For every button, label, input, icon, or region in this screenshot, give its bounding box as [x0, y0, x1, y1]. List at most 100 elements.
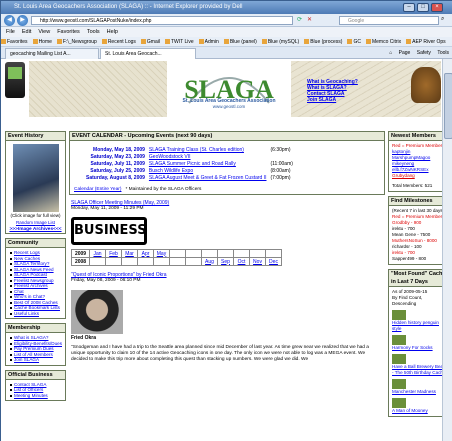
- most-found-cache-link[interactable]: A Man of Mooney: [392, 408, 446, 414]
- refresh-icon[interactable]: ⟳: [297, 16, 302, 23]
- tools-menu[interactable]: Tools: [437, 50, 449, 56]
- minimize-button[interactable]: –: [403, 3, 415, 12]
- favorite-icon: [365, 39, 371, 45]
- most-found-cache-link[interactable]: Manchester Madness: [392, 389, 446, 395]
- favorite-link[interactable]: AEP River Ops: [406, 37, 446, 46]
- favorite-label: AEP River Ops: [412, 39, 446, 45]
- event-calendar: EVENT CALENDAR - Upcoming Events (next 9…: [69, 131, 385, 195]
- archive-month[interactable]: Mar: [121, 249, 138, 258]
- favorite-link[interactable]: Blue (process): [304, 37, 342, 46]
- random-image-link[interactable]: Random Image List: [6, 219, 65, 226]
- most-found-box: "Most Found" Caches in Last 7 Days As of…: [388, 269, 450, 417]
- cache-icon: [392, 335, 406, 345]
- favorite-link[interactable]: Memco Citrix: [365, 37, 401, 46]
- menu-item-file[interactable]: File: [6, 29, 15, 35]
- archive-month[interactable]: Oct: [233, 257, 250, 266]
- favorite-link[interactable]: TWIT Live: [164, 37, 194, 46]
- milestone-entry[interactable]: Sapper499 - 800: [392, 256, 446, 262]
- archive-month[interactable]: Apr: [137, 249, 154, 258]
- event-name[interactable]: SLAGA Summer Picnic and Road Rally: [147, 161, 269, 168]
- safety-menu[interactable]: Safety: [417, 50, 431, 56]
- left-sidebar: Event History (Click image for full view…: [5, 131, 66, 401]
- tab-slaga[interactable]: St. Louis Area Geocach...: [100, 48, 196, 59]
- milestones-title: Find Milestones: [389, 197, 449, 206]
- most-found-cache-link[interactable]: Have a Ball Brewery Bear - The 50th Birt…: [392, 364, 446, 376]
- archive-month[interactable]: Dec: [265, 257, 282, 266]
- archive-month: [121, 257, 138, 266]
- archive-month: [185, 249, 202, 258]
- membership-item[interactable]: Join SLAGA: [6, 357, 65, 363]
- slaga-logo[interactable]: SLAGA St. Louis Area Geocachers Associat…: [169, 63, 289, 111]
- url-input[interactable]: http://www.geostl.com/SLAGAPostNuke/inde…: [31, 16, 293, 25]
- favorites-bar: Favorites Home F:\_Newsgroup Recent Logs Gma…: [1, 37, 452, 47]
- community-item[interactable]: Useful Links: [6, 311, 65, 317]
- archive-month[interactable]: Jan: [89, 249, 106, 258]
- tab-bar: geocaching Mailing List A... St. Louis A…: [1, 47, 452, 59]
- favorite-icon: [140, 39, 146, 45]
- favorite-label: Blue (mySQL): [267, 39, 300, 45]
- archive-month: [153, 257, 170, 266]
- link-join-slaga[interactable]: Join SLAGA: [307, 97, 358, 103]
- event-name[interactable]: SLAGA August Meet & Greet & Fat Frozen C…: [147, 175, 269, 182]
- archive-month[interactable]: May: [153, 249, 170, 258]
- event-photo[interactable]: [12, 144, 59, 212]
- page-menu[interactable]: Page: [399, 50, 411, 56]
- back-arrow-icon[interactable]: ◀: [4, 15, 15, 26]
- search-input[interactable]: Google: [339, 16, 439, 25]
- favorite-label: Favorites: [7, 39, 28, 45]
- event-time: [268, 154, 294, 161]
- archive-month[interactable]: Aug: [201, 257, 218, 266]
- archive-month[interactable]: Feb: [105, 249, 122, 258]
- official-business-box: Official Business Contact SLAGA List of O…: [5, 369, 66, 401]
- membership-title: Membership: [6, 324, 65, 333]
- menu-item-edit[interactable]: Edit: [22, 29, 31, 35]
- member-link[interactable]: Grubydang: [392, 173, 446, 179]
- newest-members-title: Newest Members: [389, 132, 449, 141]
- favorite-link[interactable]: Gmail: [140, 37, 160, 46]
- maximize-button[interactable]: □: [417, 3, 429, 12]
- stop-icon[interactable]: ✕: [307, 16, 312, 23]
- favorite-link[interactable]: Recent Logs: [101, 37, 136, 46]
- archive-month[interactable]: Nov: [249, 257, 266, 266]
- archive-month: [265, 249, 282, 258]
- event-name[interactable]: SLAGA Training Class (St. Charles editio…: [147, 147, 269, 154]
- favorite-link[interactable]: Admin: [198, 37, 219, 46]
- menu-item-help[interactable]: Help: [107, 29, 118, 35]
- favorite-link[interactable]: Favorites: [1, 37, 28, 46]
- vertical-scrollbar[interactable]: [442, 59, 452, 441]
- favorite-link[interactable]: F:\_Newsgroup: [56, 37, 97, 46]
- image-archives-link[interactable]: >>>Image Archives<<<: [6, 226, 65, 233]
- most-found-cache-link[interactable]: Hidden history penguin style: [392, 320, 446, 332]
- calendar-title: EVENT CALENDAR - Upcoming Events (next 9…: [70, 132, 384, 141]
- archive-month: [217, 249, 234, 258]
- home-icon[interactable]: ⌂: [389, 50, 392, 56]
- event-name[interactable]: GeoWoodstock VII: [147, 154, 269, 161]
- calendar-year-link[interactable]: Calendar (Entire Year): [74, 187, 121, 192]
- address-bar: ◀ ▶ http://www.geostl.com/SLAGAPostNuke/…: [1, 14, 452, 27]
- favorite-link[interactable]: GC: [347, 37, 361, 46]
- forward-arrow-icon[interactable]: ▶: [17, 15, 28, 26]
- favorite-link[interactable]: Home: [32, 37, 52, 46]
- logo-url: www.geostl.com: [212, 104, 246, 109]
- archive-month: [89, 257, 106, 266]
- menu-item-favorites[interactable]: Favorites: [57, 29, 80, 35]
- archive-month[interactable]: Sep: [217, 257, 234, 266]
- tab-mailing-list[interactable]: geocaching Mailing List A...: [5, 48, 99, 59]
- favorite-icon: [101, 39, 107, 45]
- favorite-link[interactable]: Blue (mySQL): [261, 37, 300, 46]
- close-button[interactable]: ×: [431, 3, 443, 12]
- scrollbar-thumb[interactable]: [444, 73, 452, 139]
- most-found-cache-link[interactable]: Harmony For Socks: [392, 345, 446, 351]
- cache-icon: [392, 354, 406, 364]
- archive-month: [105, 257, 122, 266]
- post-meta-quest: Friday, May 08, 2009 - 06:10 PM: [71, 278, 141, 283]
- favorite-link[interactable]: Blue (panel): [223, 37, 257, 46]
- official-item[interactable]: Meeting Minutes: [6, 393, 65, 399]
- window-title: St. Louis Area Geocachers Association (S…: [14, 4, 243, 10]
- menu-item-view[interactable]: View: [38, 29, 50, 35]
- official-business-title: Official Business: [6, 370, 65, 380]
- menu-item-tools[interactable]: Tools: [87, 29, 100, 35]
- favorite-icon: [223, 39, 229, 45]
- event-name[interactable]: Busch Wildlife Expo: [147, 168, 269, 175]
- search-icon[interactable]: ⌕: [441, 16, 444, 23]
